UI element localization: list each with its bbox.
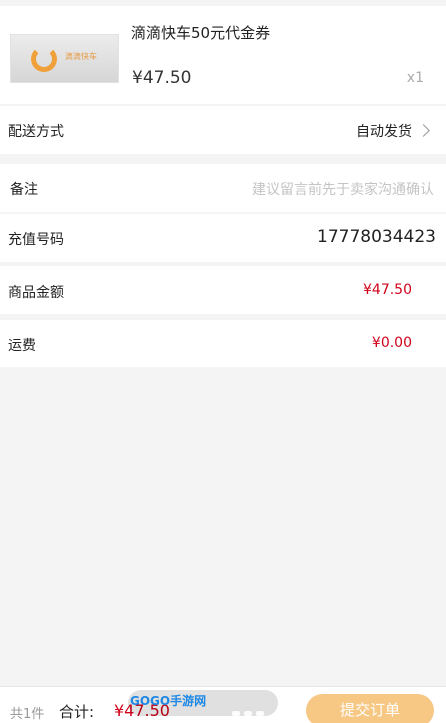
shipping-row: 运费 ¥0.00 [0, 320, 446, 367]
shipping-label: 运费 [8, 338, 36, 354]
goods-amount-row: 商品金额 ¥47.50 [0, 266, 446, 314]
watermark-text: GOGO手游网 [130, 694, 207, 708]
item-count: 共1件 [10, 707, 45, 722]
total-label: 合计: [59, 703, 95, 721]
delivery-value: 自动发货 [356, 124, 412, 140]
submit-order-button[interactable]: 提交订单 [306, 694, 434, 723]
watermark-dots [228, 701, 264, 720]
thumbnail-brand-text: 滴滴快车 [65, 52, 97, 61]
delivery-row[interactable]: 配送方式 自动发货 [0, 106, 446, 154]
recharge-label: 充值号码 [8, 232, 64, 248]
remark-input[interactable]: 建议留言前先于卖家沟通确认 [252, 179, 434, 199]
recharge-row[interactable]: 充值号码 17778034423 [0, 214, 446, 262]
recharge-number[interactable]: 17778034423 [317, 227, 436, 247]
goods-amount-label: 商品金额 [8, 285, 64, 301]
delivery-label: 配送方式 [8, 124, 64, 140]
product-card[interactable]: 滴滴快车 滴滴快车50元代金券 ¥47.50 x1 [0, 6, 446, 104]
goods-amount-value: ¥47.50 [363, 282, 412, 298]
shipping-value: ¥0.00 [371, 335, 412, 351]
watermark-overlay: GOGO手游网 [128, 690, 278, 716]
chevron-right-icon [417, 124, 430, 137]
remark-row[interactable]: 备注 建议留言前先于卖家沟通确认 [0, 164, 446, 212]
product-price: ¥47.50 [132, 68, 192, 88]
product-thumbnail: 滴滴快车 [10, 34, 119, 83]
didi-logo-icon [31, 46, 57, 72]
product-title: 滴滴快车50元代金券 [131, 24, 271, 42]
remark-label: 备注 [10, 182, 38, 198]
product-quantity: x1 [406, 70, 424, 86]
